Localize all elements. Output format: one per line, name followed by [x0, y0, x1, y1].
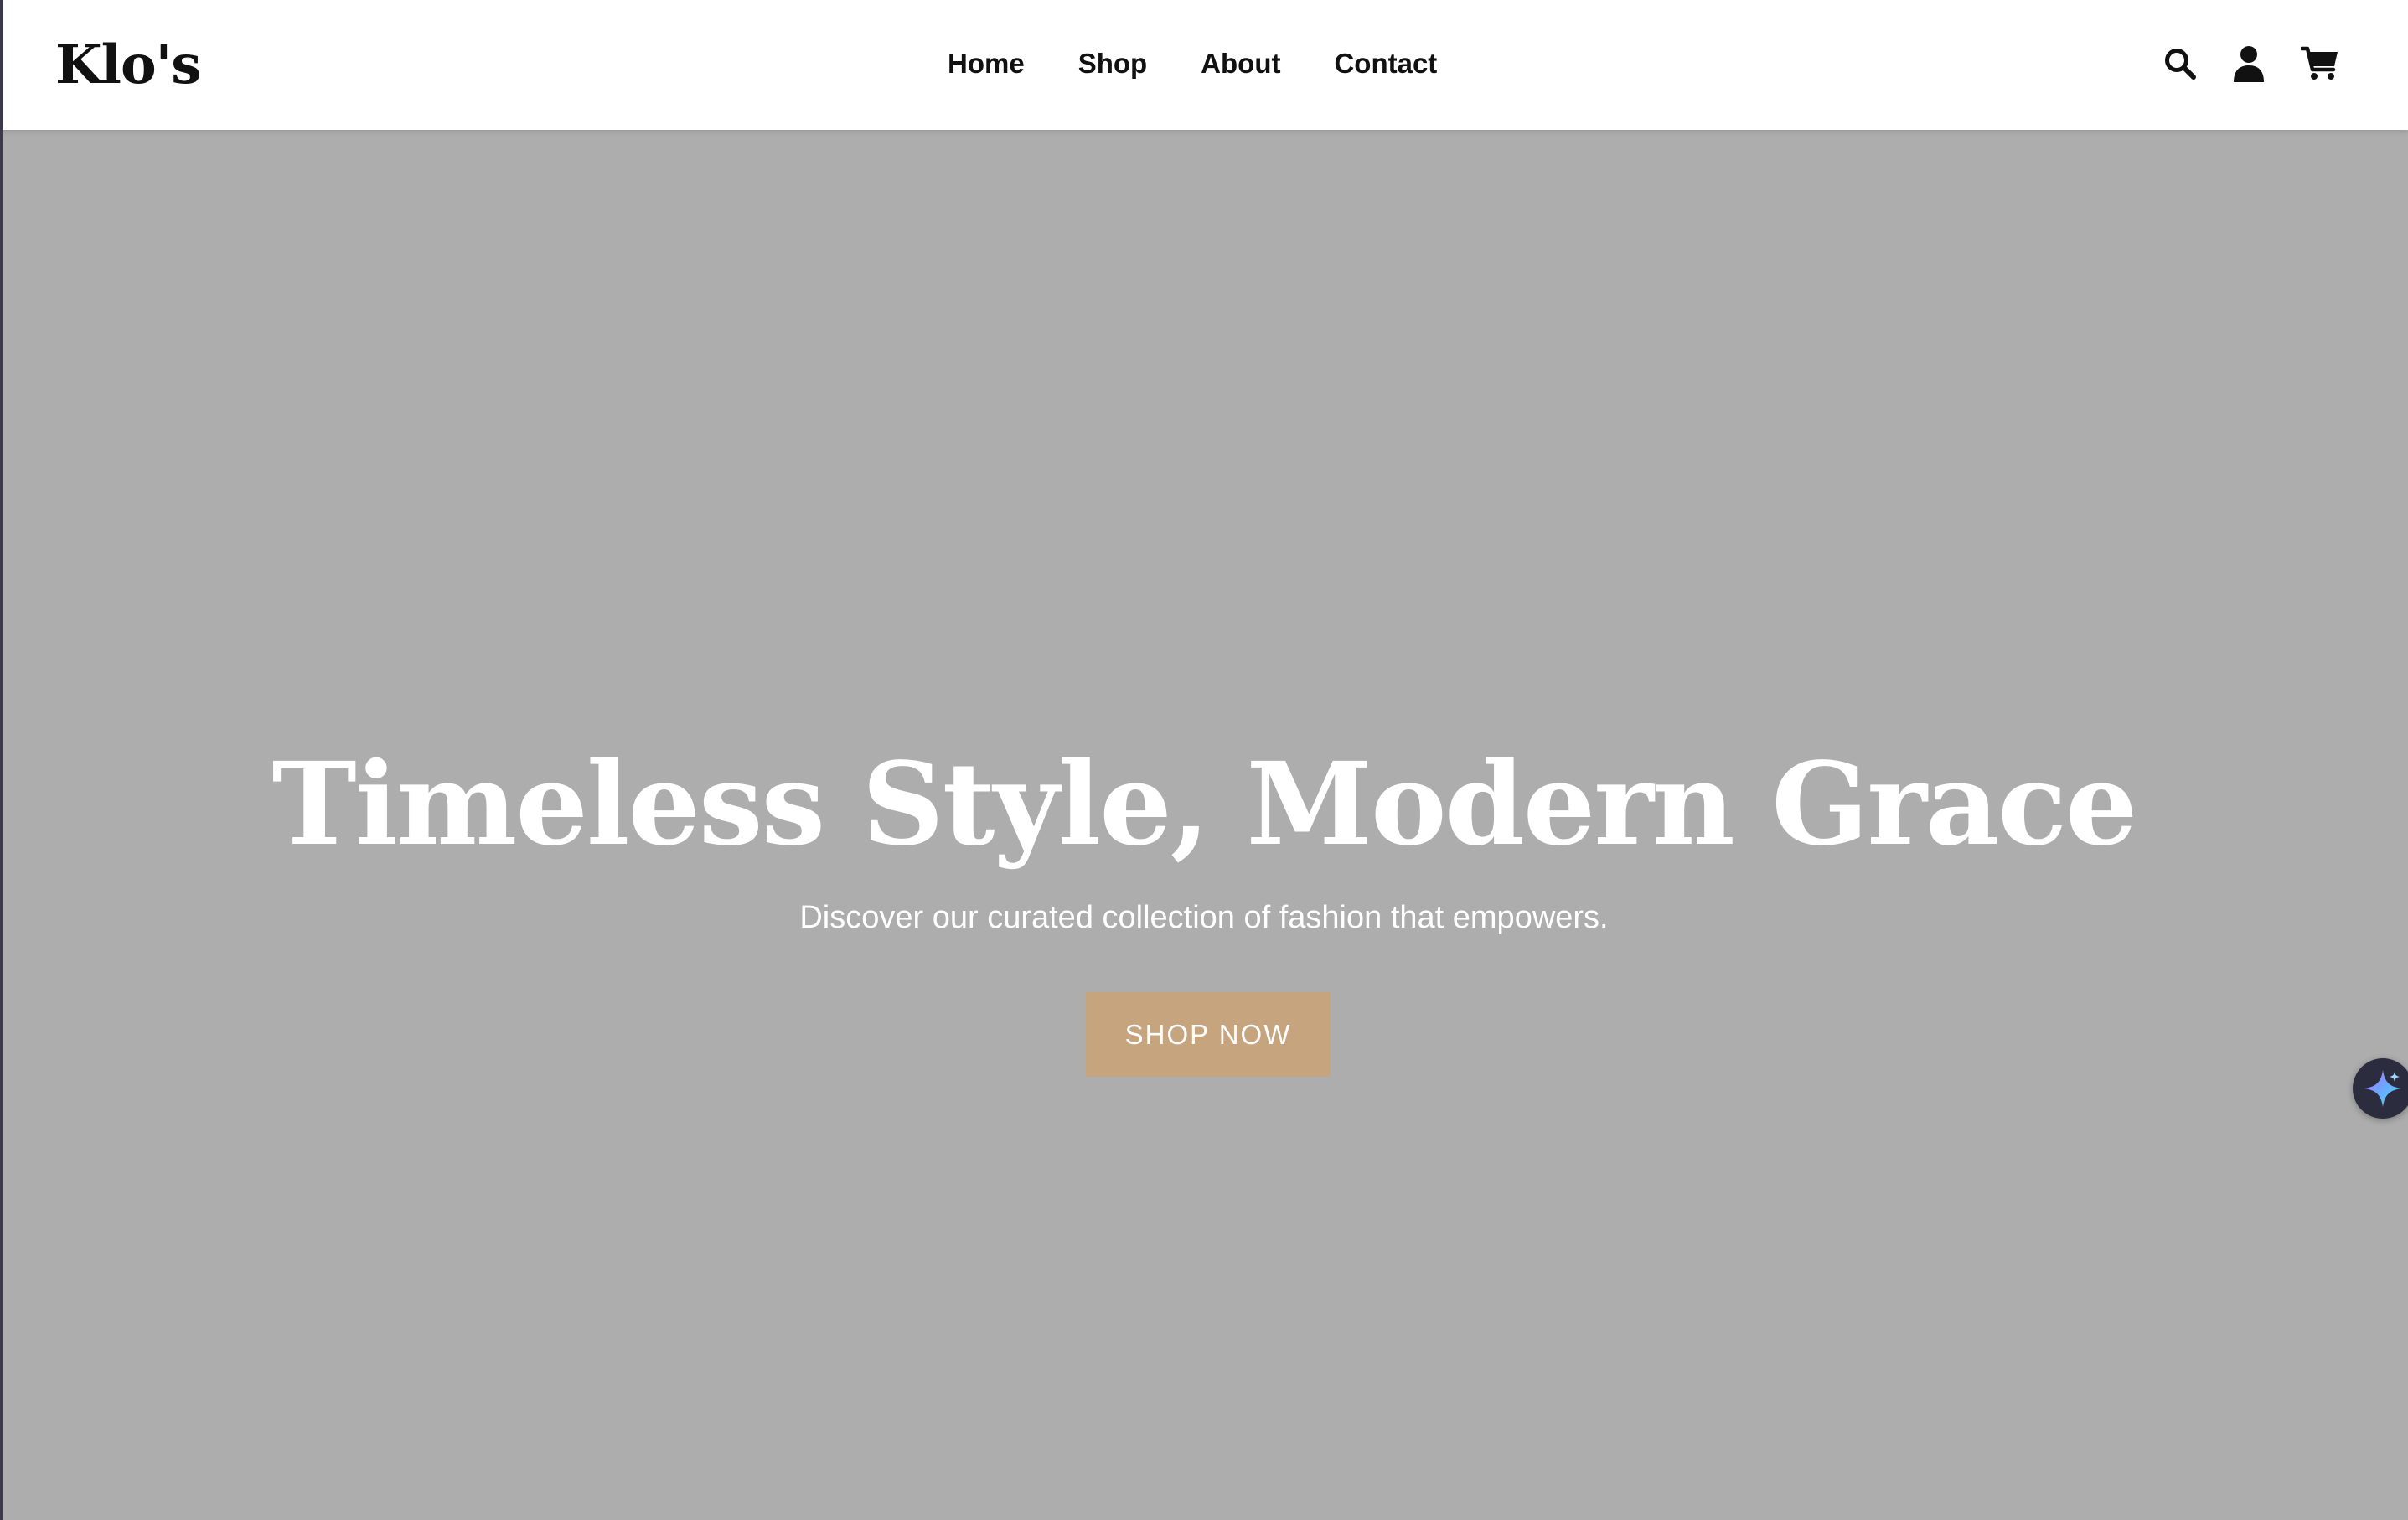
window-left-edge: [0, 0, 3, 1520]
sparkle-icon: [2364, 1070, 2401, 1107]
nav-link-contact[interactable]: Contact: [1334, 48, 1437, 80]
hero-banner: Timeless Style, Modern Grace Discover ou…: [0, 130, 2408, 1520]
brand-logo[interactable]: Klo's: [55, 28, 201, 102]
cart-icon[interactable]: [2297, 40, 2343, 87]
search-icon[interactable]: [2157, 40, 2204, 87]
user-icon[interactable]: [2225, 40, 2272, 87]
nav-link-about[interactable]: About: [1201, 48, 1280, 80]
assistant-button[interactable]: [2353, 1058, 2408, 1119]
shop-now-button[interactable]: SHOP NOW: [1086, 992, 1331, 1077]
top-navbar: Klo's Home Shop About Contact: [0, 0, 2408, 130]
nav-link-shop[interactable]: Shop: [1078, 48, 1147, 80]
nav-icon-group: [2157, 40, 2408, 87]
hero-title: Timeless Style, Modern Grace: [271, 737, 2138, 871]
main-nav: Home Shop About Contact: [948, 42, 1437, 85]
nav-link-home[interactable]: Home: [948, 48, 1025, 80]
hero-subtitle: Discover our curated collection of fashi…: [799, 900, 1609, 935]
